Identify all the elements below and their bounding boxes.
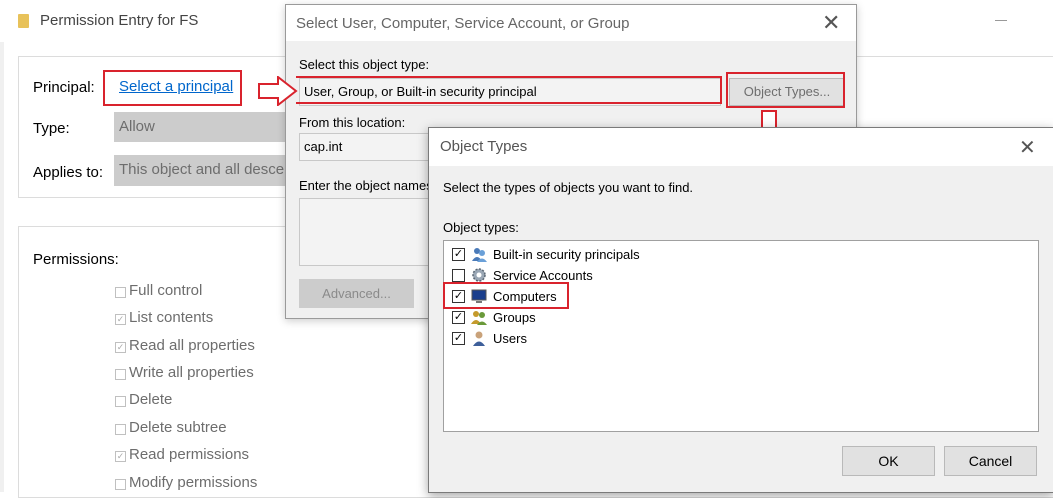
- object-types-list: ✓ Built-in security principals Service A…: [443, 240, 1039, 432]
- dialog-title: Object Types: [440, 138, 528, 155]
- close-icon[interactable]: ✕: [822, 10, 840, 36]
- checkbox[interactable]: [452, 269, 465, 282]
- item-label: Service Accounts: [493, 268, 593, 283]
- permission-item[interactable]: ✓ Read all properties: [115, 337, 415, 361]
- permission-item[interactable]: Delete subtree: [115, 419, 415, 443]
- type-select[interactable]: Allow: [114, 112, 286, 142]
- cancel-button[interactable]: Cancel: [944, 446, 1037, 476]
- title-bar: Select User, Computer, Service Account, …: [286, 5, 856, 41]
- permission-checkbox[interactable]: ✓: [115, 342, 126, 353]
- permission-label: Read all properties: [129, 337, 255, 354]
- permission-checkbox[interactable]: [115, 369, 126, 380]
- permissions-label: Permissions:: [33, 251, 119, 268]
- object-types-dialog: Object Types ✕ Select the types of objec…: [428, 127, 1053, 493]
- object-types-label: Object types:: [443, 220, 519, 235]
- service-accounts-icon: [472, 268, 486, 282]
- arrow-right-icon: [258, 76, 298, 106]
- item-label: Users: [493, 331, 527, 346]
- checkbox[interactable]: ✓: [452, 248, 465, 261]
- permission-label: Read permissions: [129, 446, 250, 463]
- permission-checkbox[interactable]: [115, 424, 126, 435]
- minimize-icon[interactable]: [995, 20, 1007, 21]
- location-label: From this location:: [299, 115, 406, 130]
- permission-label: Delete subtree: [129, 419, 227, 436]
- security-principals-icon: [472, 248, 487, 262]
- title-bar: Object Types ✕: [429, 128, 1053, 166]
- object-types-button-highlight: [726, 72, 845, 108]
- user-icon: [473, 331, 485, 346]
- list-item[interactable]: ✓ Users: [452, 329, 752, 349]
- type-label: Type:: [33, 120, 70, 137]
- checkbox[interactable]: ✓: [452, 311, 465, 324]
- groups-icon: [471, 311, 487, 325]
- advanced-button[interactable]: Advanced...: [299, 279, 414, 308]
- applies-to-select[interactable]: This object and all descendant objects: [114, 155, 286, 186]
- item-label: Built-in security principals: [493, 247, 640, 262]
- principal-label: Principal:: [33, 79, 95, 96]
- close-icon[interactable]: ✕: [1019, 135, 1036, 160]
- permission-label: Full control: [129, 282, 203, 299]
- list-item[interactable]: ✓ Groups: [452, 308, 752, 328]
- checkbox[interactable]: ✓: [452, 332, 465, 345]
- permission-item[interactable]: Delete: [115, 391, 415, 415]
- item-label: Groups: [493, 310, 536, 325]
- window-title: Permission Entry for FS: [40, 12, 199, 29]
- applies-to-label: Applies to:: [33, 164, 104, 181]
- instruction-text: Select the types of objects you want to …: [443, 180, 694, 195]
- permission-checkbox[interactable]: [115, 396, 126, 407]
- permission-label: List contents: [129, 309, 214, 326]
- permission-item[interactable]: ✓ Read permissions: [115, 446, 415, 470]
- principal-highlight: [103, 70, 242, 106]
- permission-checkbox[interactable]: [115, 287, 126, 298]
- permission-item[interactable]: Modify permissions: [115, 474, 415, 498]
- permission-checkbox[interactable]: [115, 479, 126, 490]
- object-type-label: Select this object type:: [299, 57, 430, 72]
- permission-item[interactable]: Write all properties: [115, 364, 415, 388]
- ok-button[interactable]: OK: [842, 446, 935, 476]
- computers-highlight: [443, 282, 569, 309]
- permission-label: Delete: [129, 391, 173, 408]
- permission-label: Write all properties: [129, 364, 254, 381]
- dialog-title: Select User, Computer, Service Account, …: [296, 15, 630, 32]
- list-item[interactable]: ✓ Built-in security principals: [452, 245, 752, 265]
- permission-checkbox[interactable]: ✓: [115, 451, 126, 462]
- permission-label: Modify permissions: [129, 474, 258, 491]
- object-type-highlight: [296, 76, 722, 104]
- permission-checkbox[interactable]: ✓: [115, 314, 126, 325]
- folder-icon: [18, 14, 29, 28]
